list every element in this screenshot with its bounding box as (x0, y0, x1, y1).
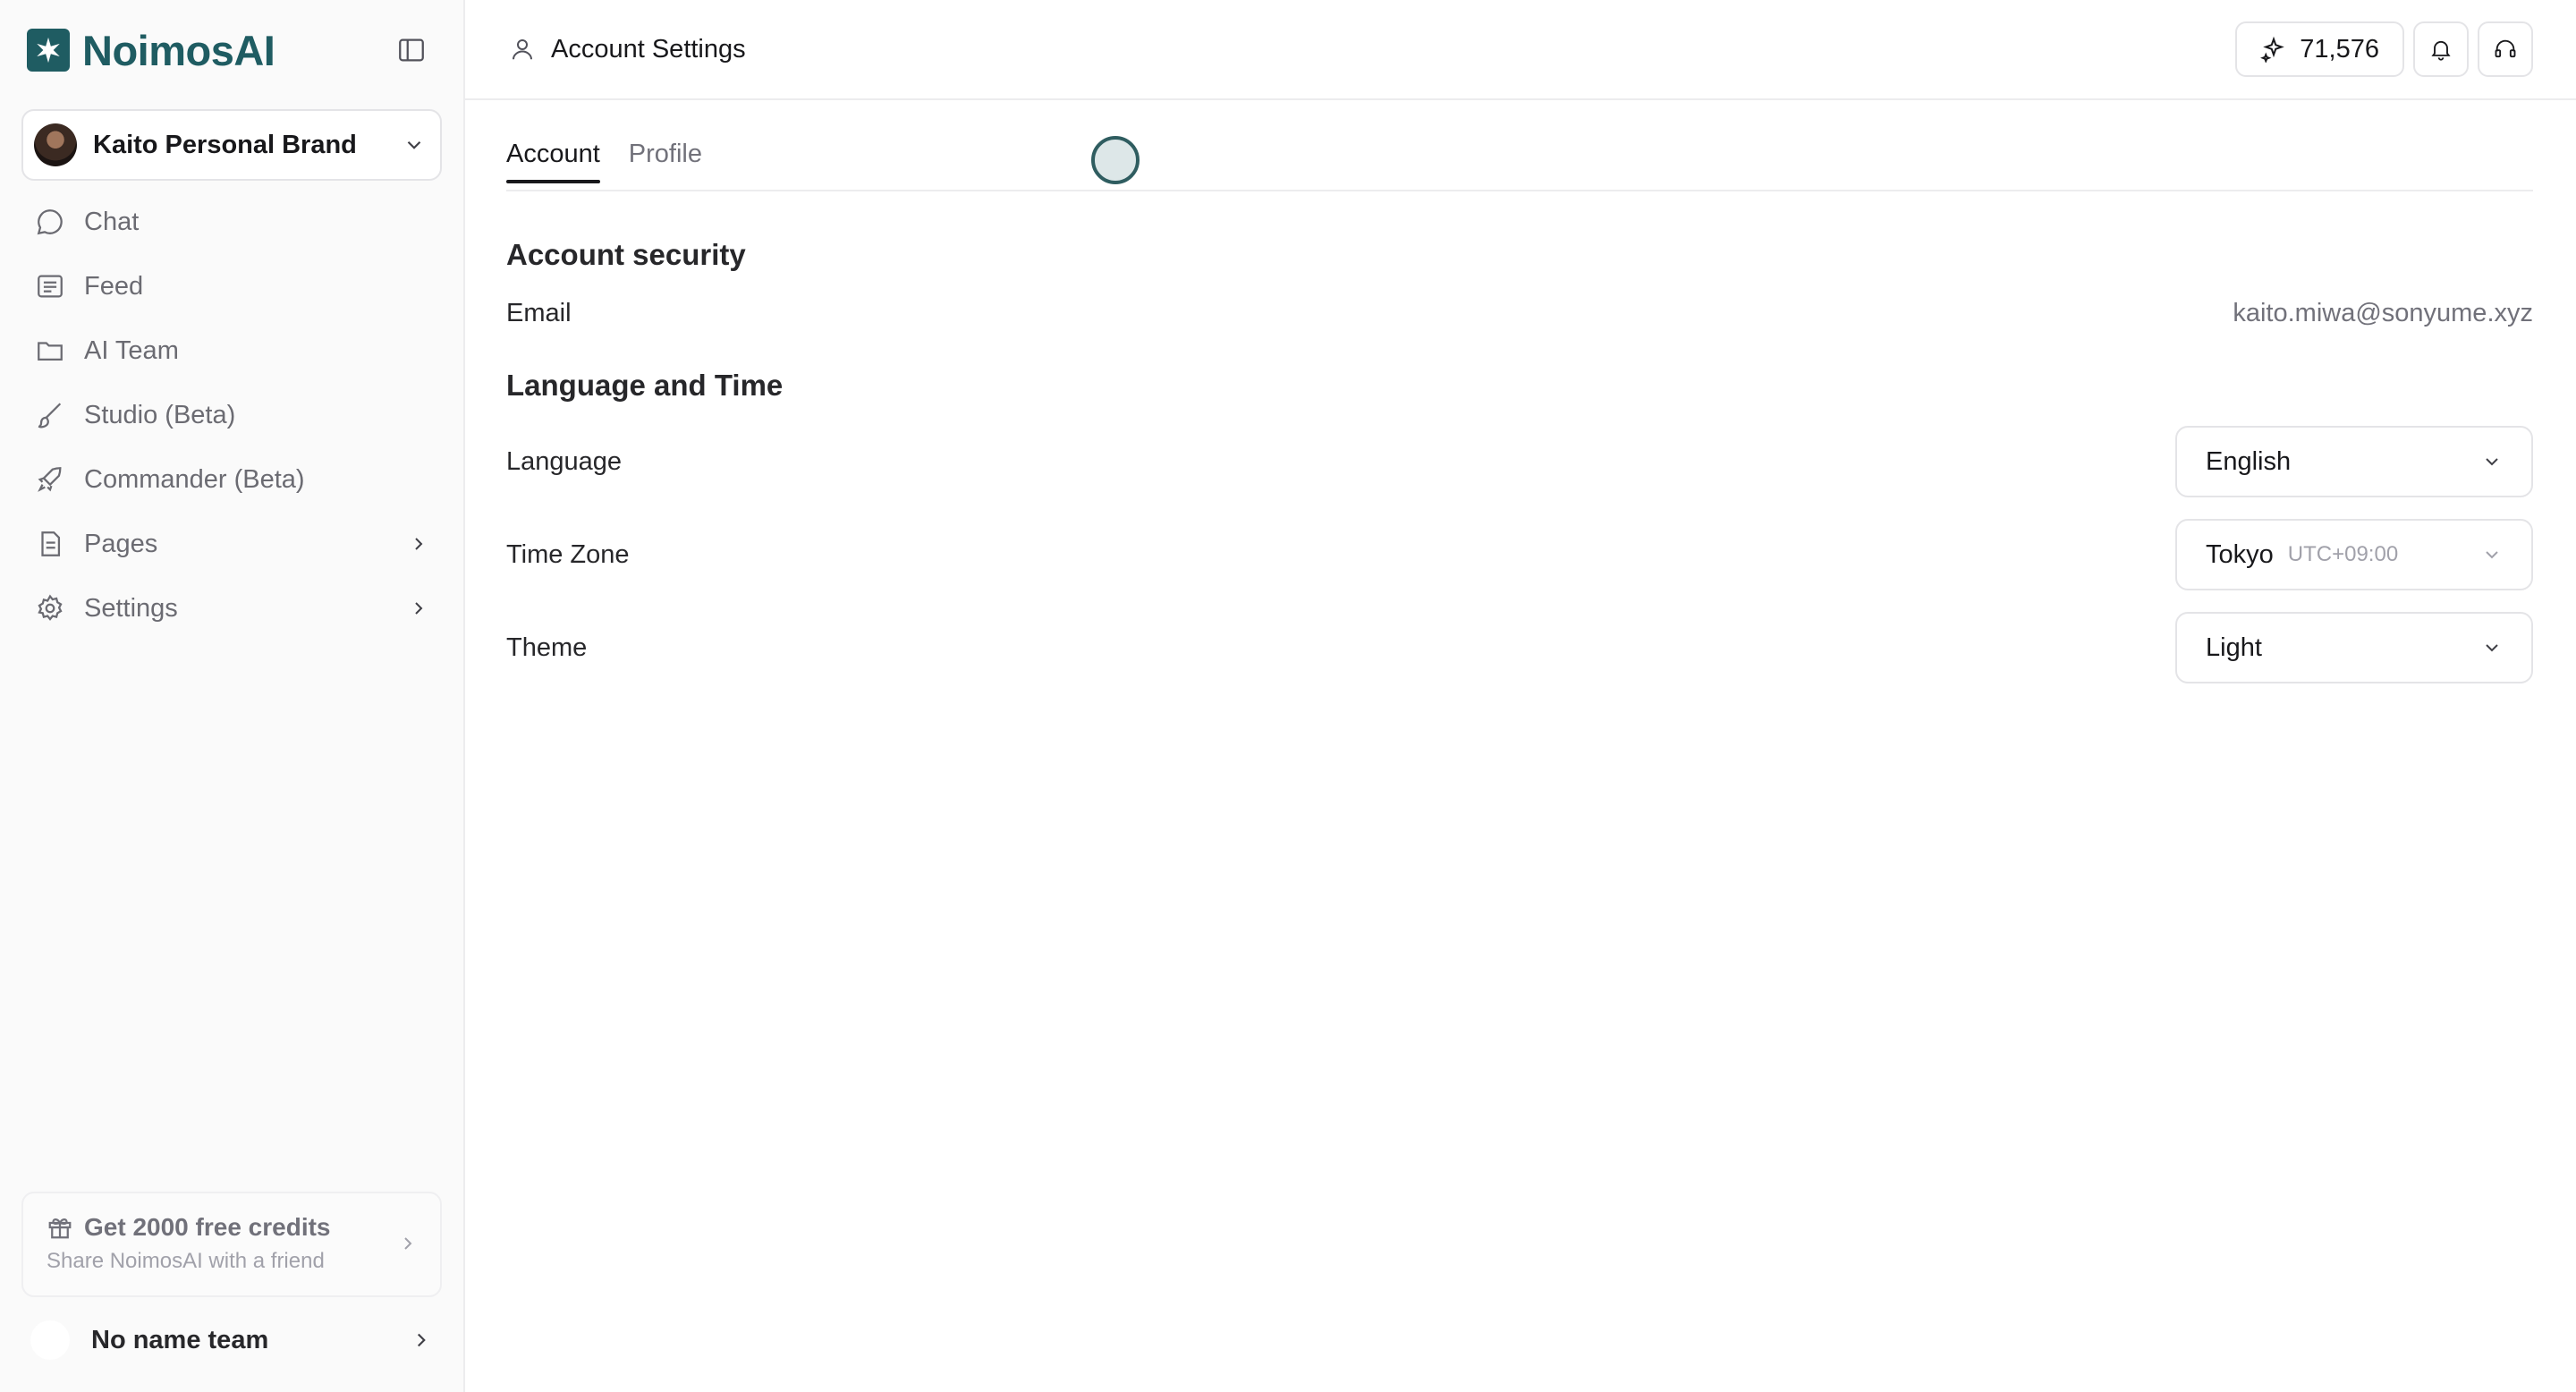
gear-icon (34, 592, 66, 624)
sidebar-item-feed[interactable]: Feed (21, 254, 444, 318)
sidebar-item-ai-team[interactable]: AI Team (21, 318, 444, 383)
logo-icon (27, 29, 70, 72)
chevron-down-icon (2486, 458, 2498, 466)
email-row: Email kaito.miwa@sonyume.xyz (506, 295, 2533, 331)
sidebar-item-pages[interactable]: Pages (21, 512, 444, 576)
timezone-select[interactable]: Tokyo UTC+09:00 (2175, 519, 2533, 590)
headset-icon (2495, 39, 2516, 58)
credits-button[interactable]: 71,576 (2235, 21, 2404, 77)
sparkle-icon (2260, 36, 2285, 63)
rocket-icon (34, 463, 66, 496)
promo-title-row: Get 2000 free credits (47, 1213, 417, 1242)
page-title: Account Settings (551, 34, 746, 64)
top-bar: Account Settings 71,576 (465, 0, 2576, 100)
tab-account[interactable]: Account (506, 140, 600, 183)
email-label: Email (506, 298, 572, 327)
promo-subtitle: Share NoimosAI with a friend (47, 1249, 325, 1273)
language-label: Language (506, 446, 623, 476)
promo-title: Get 2000 free credits (84, 1213, 331, 1241)
language-row: Language English (506, 426, 2533, 497)
timezone-offset: UTC+09:00 (2287, 542, 2399, 566)
sidebar-item-label: Studio (Beta) (84, 400, 236, 429)
sidebar-item-label: Chat (84, 207, 140, 236)
settings-content: Account Profile Account security Email k… (506, 100, 2533, 683)
email-value: kaito.miwa@sonyume.xyz (2233, 298, 2533, 327)
chevron-down-icon (2486, 551, 2498, 559)
gift-icon (48, 1218, 72, 1239)
team-name: No name team (91, 1325, 269, 1354)
timezone-value: Tokyo (2206, 539, 2274, 569)
sidebar-item-settings[interactable]: Settings (21, 576, 444, 641)
chat-bubble-icon (34, 206, 66, 238)
workspace-selector[interactable]: Kaito Personal Brand (21, 109, 442, 181)
theme-label: Theme (506, 632, 588, 662)
timezone-row: Time Zone Tokyo UTC+09:00 (506, 519, 2533, 590)
chevron-right-icon (406, 531, 431, 556)
document-icon (34, 528, 66, 560)
avatar (34, 123, 77, 166)
chevron-down-icon (2486, 644, 2498, 652)
free-credits-promo[interactable]: Get 2000 free credits Share NoimosAI wit… (21, 1192, 442, 1297)
list-icon (34, 270, 66, 302)
sidebar-item-label: Settings (84, 593, 178, 623)
team-switcher[interactable]: No name team (21, 1311, 442, 1369)
chevron-down-icon (407, 140, 421, 149)
chevron-right-icon (406, 596, 431, 621)
brush-icon (34, 399, 66, 431)
app-name: NoimosAI (82, 26, 275, 74)
workspace-name: Kaito Personal Brand (93, 130, 357, 159)
folder-icon (34, 335, 66, 367)
logo-row: NoimosAI (27, 23, 436, 77)
bell-icon (2431, 40, 2451, 61)
sidebar-item-commander[interactable]: Commander (Beta) (21, 447, 444, 512)
sidebar-toggle-icon[interactable] (395, 34, 428, 66)
theme-select[interactable]: Light (2175, 612, 2533, 683)
notifications-button[interactable] (2413, 21, 2469, 77)
team-avatar (30, 1320, 70, 1360)
sidebar-item-label: Feed (84, 271, 144, 301)
sidebar-item-studio[interactable]: Studio (Beta) (21, 383, 444, 447)
support-button[interactable] (2478, 21, 2533, 77)
sidebar: NoimosAI Kaito Personal Brand Chat Feed … (0, 0, 465, 1392)
language-value: English (2206, 446, 2292, 476)
sidebar-item-label: Pages (84, 529, 158, 558)
settings-tabs: Account Profile (506, 140, 2533, 191)
theme-value: Light (2206, 632, 2262, 662)
main-area: Account Settings 71,576 Account Profile … (465, 0, 2576, 1392)
language-select[interactable]: English (2175, 426, 2533, 497)
theme-row: Theme Light (506, 612, 2533, 683)
sidebar-item-label: Commander (Beta) (84, 464, 305, 494)
chevron-right-icon (417, 1333, 426, 1347)
sidebar-item-label: AI Team (84, 335, 179, 365)
timezone-label: Time Zone (506, 539, 630, 569)
tab-profile[interactable]: Profile (629, 140, 702, 182)
chevron-right-icon (397, 1233, 419, 1259)
user-icon (506, 33, 538, 65)
language-time-heading: Language and Time (506, 369, 784, 402)
sidebar-item-chat[interactable]: Chat (21, 190, 444, 254)
account-security-heading: Account security (506, 238, 746, 271)
credits-count: 71,576 (2300, 34, 2379, 64)
sidebar-nav: Chat Feed AI Team Studio (Beta) Commande… (21, 190, 444, 641)
